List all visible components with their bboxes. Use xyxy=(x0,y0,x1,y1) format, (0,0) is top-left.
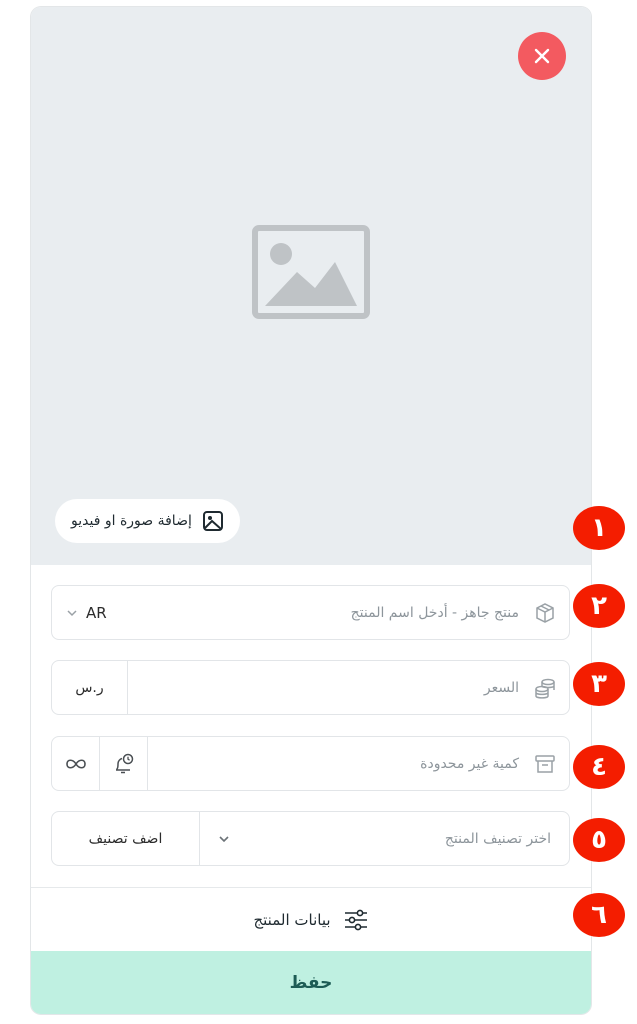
annotation-badge: ٦ xyxy=(573,893,625,937)
language-value: AR xyxy=(86,603,107,622)
price-field[interactable]: السعر ر.س xyxy=(51,660,570,715)
close-icon xyxy=(534,48,550,64)
add-category-label: اضف تصنيف xyxy=(88,830,163,847)
product-data-label: بيانات المنتج xyxy=(253,910,331,929)
annotation-badge: ٤ xyxy=(573,745,625,789)
image-icon xyxy=(202,511,223,531)
chevron-down-icon xyxy=(67,609,77,616)
product-data-button[interactable]: بيانات المنتج xyxy=(31,887,591,951)
category-dropdown-toggle[interactable] xyxy=(200,812,248,865)
media-area[interactable]: إضافة صورة او فيديو xyxy=(31,7,591,565)
product-name-field[interactable]: منتج جاهز - أدخل اسم المنتج AR xyxy=(51,585,570,640)
add-media-button[interactable]: إضافة صورة او فيديو xyxy=(55,499,240,543)
add-category-button[interactable]: اضف تصنيف xyxy=(52,812,200,865)
product-name-placeholder: منتج جاهز - أدخل اسم المنتج xyxy=(350,604,519,621)
save-button[interactable]: حفظ xyxy=(31,951,591,1014)
chevron-down-icon xyxy=(219,835,229,842)
save-label: حفظ xyxy=(289,972,333,993)
box-icon xyxy=(536,603,554,623)
annotation-badge: ٣ xyxy=(573,662,625,706)
quantity-field[interactable]: كمية غير محدودة xyxy=(51,736,570,791)
close-button[interactable] xyxy=(518,32,566,80)
stock-alert-button[interactable] xyxy=(100,737,148,790)
image-placeholder-icon xyxy=(252,225,370,319)
annotation-badge: ١ xyxy=(573,506,625,550)
bell-clock-icon xyxy=(115,753,133,773)
price-placeholder: السعر xyxy=(483,679,519,696)
product-form-card: إضافة صورة او فيديو منتج جاهز - أدخل اسم… xyxy=(31,7,591,1014)
category-field[interactable]: اختر تصنيف المنتج اضف تصنيف xyxy=(51,811,570,866)
infinity-icon xyxy=(65,758,86,769)
annotation-badge: ٢ xyxy=(573,584,625,628)
archive-box-icon xyxy=(535,755,555,773)
coins-icon xyxy=(535,678,555,699)
add-media-label: إضافة صورة او فيديو xyxy=(71,513,192,529)
currency-text: ر.س xyxy=(75,679,104,696)
quantity-placeholder: كمية غير محدودة xyxy=(420,755,519,772)
annotation-badge: ٥ xyxy=(573,818,625,862)
currency-label: ر.س xyxy=(52,661,128,714)
category-placeholder: اختر تصنيف المنتج xyxy=(444,830,551,847)
sliders-icon xyxy=(344,909,367,930)
language-select[interactable]: AR xyxy=(66,586,107,639)
unlimited-toggle[interactable] xyxy=(52,737,100,790)
